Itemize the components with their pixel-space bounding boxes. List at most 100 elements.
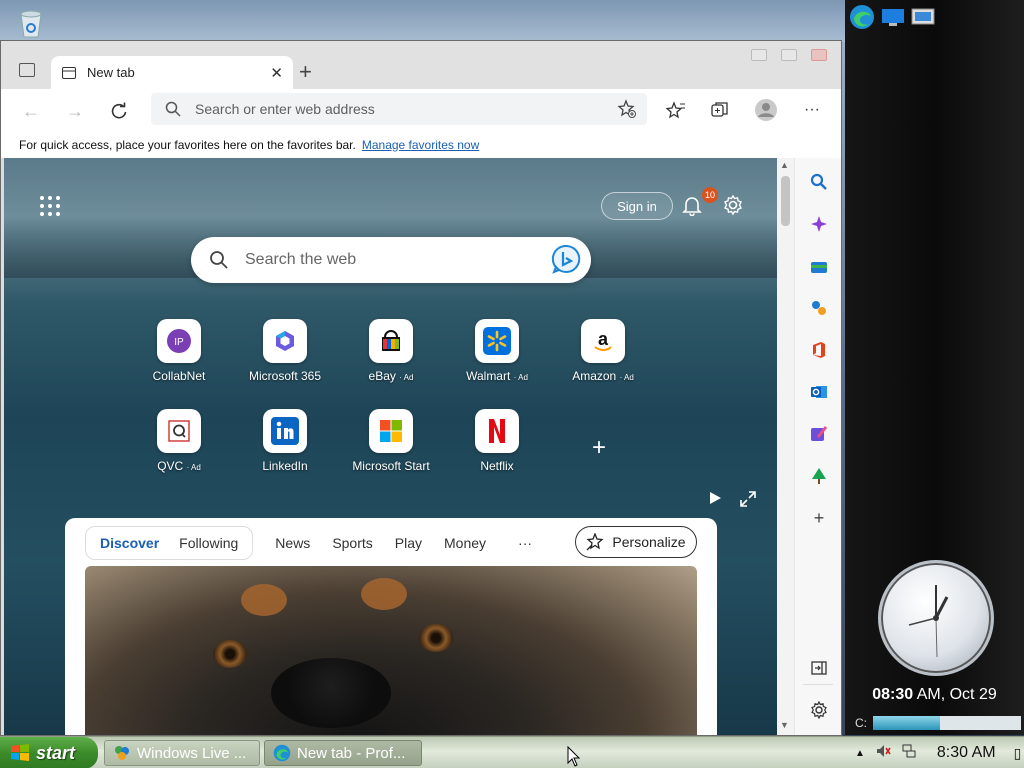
tile-netflix[interactable]: Netflix <box>442 409 552 473</box>
personalize-button[interactable]: Personalize <box>575 526 697 558</box>
favorites-icon[interactable] <box>664 98 688 122</box>
address-placeholder: Search or enter web address <box>195 101 375 117</box>
collections-icon[interactable] <box>708 98 732 122</box>
tab-following[interactable]: Following <box>169 535 248 551</box>
taskbar: start Windows Live ... New tab - Prof...… <box>0 736 1024 768</box>
taskbar-edge-new-tab[interactable]: New tab - Prof... <box>264 740 422 766</box>
tab-play[interactable]: Play <box>395 535 422 551</box>
feed-pill-tabs: Discover Following <box>85 526 254 560</box>
svg-text:IP: IP <box>174 337 184 348</box>
tab-sports[interactable]: Sports <box>332 535 372 551</box>
analog-clock <box>878 560 994 676</box>
manage-favorites-link[interactable]: Manage favorites now <box>362 138 479 152</box>
tile-qvc[interactable]: QVC · Ad <box>124 409 234 473</box>
featured-dog-photo[interactable] <box>85 566 697 735</box>
network-icon[interactable] <box>901 743 917 763</box>
play-background-icon[interactable] <box>708 491 722 508</box>
tab-discover[interactable]: Discover <box>90 535 169 551</box>
tile-label: Amazon <box>572 369 617 383</box>
shopping-icon[interactable] <box>807 254 831 278</box>
linkedin-icon <box>263 409 307 453</box>
browser-window: New tab ✕ + ← → Search or enter web addr… <box>0 40 842 736</box>
close-window-button[interactable] <box>811 49 827 61</box>
web-search-box[interactable]: Search the web <box>191 237 591 283</box>
desktop-background <box>0 0 845 42</box>
system-tray: ▲ 8:30 AM ▯ <box>855 737 1021 768</box>
designer-icon[interactable] <box>807 422 831 446</box>
edge-taskbar-icon[interactable] <box>849 4 875 33</box>
page-scrollbar[interactable]: ▲ ▼ <box>777 158 794 735</box>
sign-in-button[interactable]: Sign in <box>601 192 673 220</box>
minimize-button[interactable] <box>751 49 767 61</box>
feed-more-icon[interactable]: ··· <box>518 535 532 551</box>
edge-sidebar: + <box>794 158 841 735</box>
bing-chat-icon[interactable] <box>551 243 583 278</box>
app-launcher-icon[interactable] <box>40 196 60 216</box>
tray-expand-icon[interactable]: ▲ <box>855 748 865 759</box>
recycle-bin-icon[interactable] <box>18 8 44 38</box>
volume-muted-icon[interactable] <box>875 743 891 763</box>
tab-new-tab[interactable]: New tab ✕ <box>51 56 293 89</box>
add-sidebar-app-icon[interactable]: + <box>807 506 831 530</box>
tile-ebay[interactable]: eBay · Ad <box>336 319 446 383</box>
tile-label: QVC <box>157 459 184 473</box>
tools-icon[interactable] <box>807 296 831 320</box>
search-icon <box>210 251 228 269</box>
close-tab-icon[interactable]: ✕ <box>270 64 283 82</box>
address-bar[interactable]: Search or enter web address <box>151 93 647 125</box>
search-icon[interactable] <box>807 170 831 194</box>
tab-actions-icon[interactable] <box>19 63 35 77</box>
copilot-sparkle-icon[interactable] <box>807 212 831 236</box>
taskbar-windows-live[interactable]: Windows Live ... <box>104 740 260 766</box>
edge-icon <box>273 744 291 762</box>
games-tree-icon[interactable] <box>807 464 831 488</box>
tile-collabnet[interactable]: IP CollabNet <box>124 319 234 383</box>
tile-microsoft-start[interactable]: Microsoft Start <box>336 409 446 473</box>
sidebar-gadgets: 08:30 AM, Oct 29 C: <box>845 0 1024 735</box>
add-site-icon[interactable]: + <box>592 434 606 462</box>
back-icon[interactable]: ← <box>17 97 45 125</box>
screen-switch-icon[interactable] <box>911 7 935 30</box>
tile-microsoft-365[interactable]: Microsoft 365 <box>230 319 340 383</box>
add-favorite-icon[interactable] <box>617 99 637 122</box>
tile-amazon[interactable]: a Amazon · Ad <box>548 319 658 383</box>
office-icon[interactable] <box>807 338 831 362</box>
taskbar-button-label: Windows Live ... <box>137 744 247 762</box>
desktop-icon[interactable] <box>881 7 905 30</box>
clock-date: AM, Oct 29 <box>913 686 997 703</box>
taskbar-clock[interactable]: 8:30 AM <box>937 744 996 762</box>
netflix-icon <box>475 409 519 453</box>
walmart-icon <box>475 319 519 363</box>
web-search-placeholder: Search the web <box>245 251 357 268</box>
new-tab-page: Sign in 10 Search the web IP CollabNet M… <box>4 158 777 735</box>
refresh-icon[interactable] <box>105 97 133 125</box>
forward-icon[interactable]: → <box>61 97 89 125</box>
windows-logo-icon <box>11 744 29 761</box>
microsoft-365-icon <box>263 319 307 363</box>
tile-label: LinkedIn <box>262 459 308 473</box>
show-desktop-icon[interactable]: ▯ <box>1014 745 1022 762</box>
feed-nav: Discover Following News Sports Play Mone… <box>85 526 532 560</box>
tile-linkedin[interactable]: LinkedIn <box>230 409 340 473</box>
tile-label: Microsoft 365 <box>248 369 322 383</box>
notifications-bell-icon[interactable] <box>681 194 703 219</box>
outlook-icon[interactable] <box>807 380 831 404</box>
hide-sidebar-icon[interactable] <box>807 656 831 680</box>
start-button[interactable]: start <box>0 737 98 768</box>
profile-avatar-icon[interactable] <box>754 98 778 122</box>
tab-news[interactable]: News <box>275 535 310 551</box>
more-menu-icon[interactable]: ··· <box>800 98 824 122</box>
collabnet-icon: IP <box>157 319 201 363</box>
qvc-icon <box>157 409 201 453</box>
taskbar-button-label: New tab - Prof... <box>297 744 406 762</box>
scrollbar-thumb[interactable] <box>781 176 790 226</box>
personalize-label: Personalize <box>612 534 686 550</box>
tab-money[interactable]: Money <box>444 535 486 551</box>
notification-badge: 10 <box>702 187 718 203</box>
maximize-button[interactable] <box>781 49 797 61</box>
expand-background-icon[interactable] <box>740 491 756 510</box>
sidebar-settings-icon[interactable] <box>807 698 831 722</box>
page-settings-icon[interactable] <box>722 194 744 219</box>
tile-walmart[interactable]: Walmart · Ad <box>442 319 552 383</box>
new-tab-button[interactable]: + <box>299 59 312 85</box>
